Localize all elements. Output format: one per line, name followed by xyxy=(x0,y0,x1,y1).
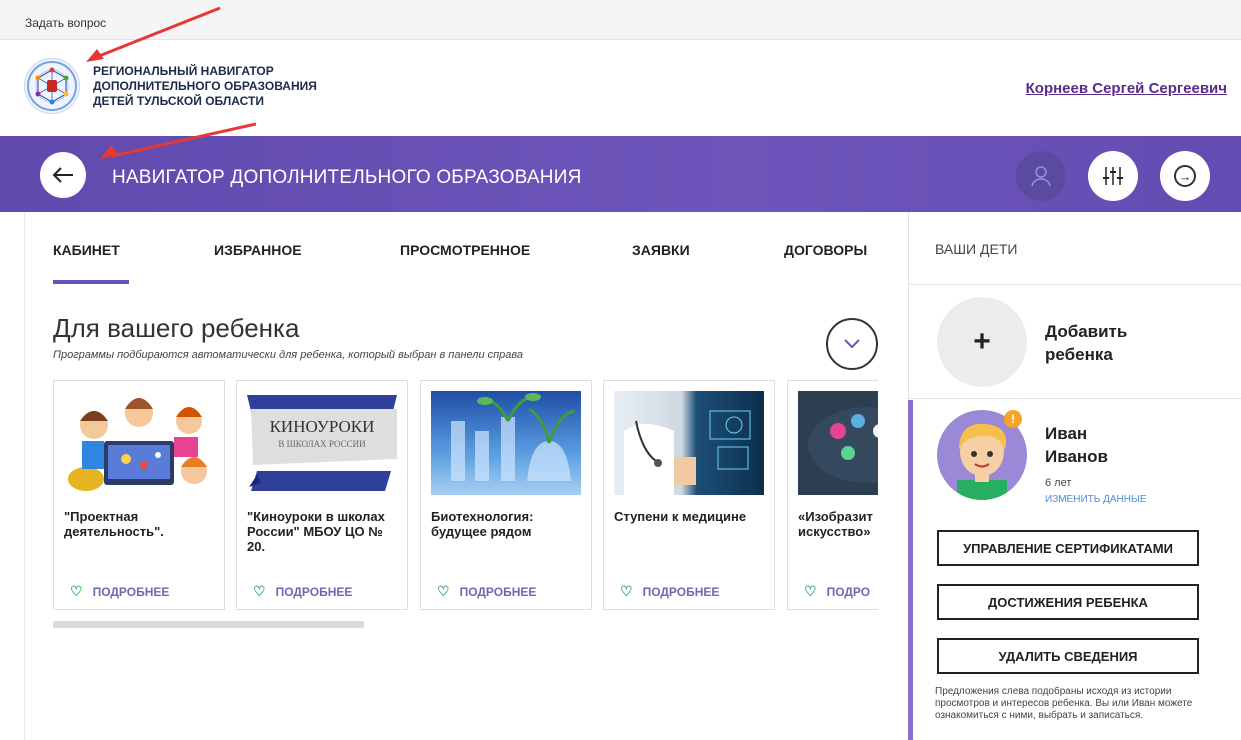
arrow-left-icon xyxy=(52,167,73,183)
card-more-link[interactable]: ♡ ПОДРО xyxy=(804,583,870,600)
program-card[interactable]: Ступени к медицине ♡ ПОДРОБНЕЕ xyxy=(603,380,775,610)
logout-button[interactable]: → xyxy=(1160,151,1210,201)
tab-viewed[interactable]: ПРОСМОТРЕННОЕ xyxy=(400,242,530,258)
divider xyxy=(908,398,1241,399)
nav-title: НАВИГАТОР ДОПОЛНИТЕЛЬНОГО ОБРАЗОВАНИЯ xyxy=(112,167,582,188)
user-icon xyxy=(1031,166,1051,187)
warning-badge-icon: ! xyxy=(1004,410,1022,428)
card-more-link[interactable]: ♡ ПОДРОБНЕЕ xyxy=(70,583,169,600)
chevron-down-icon xyxy=(844,339,860,349)
card-more-label: ПОДРОБНЕЕ xyxy=(92,585,170,599)
card-more-label: ПОДРОБНЕЕ xyxy=(459,585,537,599)
tab-contracts[interactable]: ДОГОВОРЫ xyxy=(784,242,867,258)
cards-scrollbar[interactable] xyxy=(53,621,364,628)
sidebar-header: ВАШИ ДЕТИ xyxy=(935,241,1018,257)
annotation-arrow-icon xyxy=(86,6,221,62)
card-image-subtext: В ШКОЛАХ РОССИИ xyxy=(278,439,366,449)
card-title: «Изобразит искусство» xyxy=(798,509,873,539)
card-title: "Киноуроки в школах России" МБОУ ЦО № 20… xyxy=(247,509,385,554)
tab-cabinet[interactable]: КАБИНЕТ xyxy=(53,242,120,258)
child-age: 6 лет xyxy=(1045,477,1072,489)
annotation-arrow-icon xyxy=(100,122,257,159)
card-image-text: КИНОУРОКИ xyxy=(269,417,375,436)
card-title: Ступени к медицине xyxy=(614,509,747,524)
card-more-link[interactable]: ♡ ПОДРОБНЕЕ xyxy=(253,583,352,600)
card-more-label: ПОДРОБНЕЕ xyxy=(275,585,353,599)
plus-icon: + xyxy=(973,325,991,358)
card-more-link[interactable]: ♡ ПОДРОБНЕЕ xyxy=(437,583,536,600)
manage-certificates-button[interactable]: УПРАВЛЕНИЕ СЕРТИФИКАТАМИ xyxy=(937,530,1199,566)
org-name-line: ДЕТЕЙ ТУЛЬСКОЙ ОБЛАСТИ xyxy=(93,94,264,108)
sliders-icon xyxy=(1103,167,1123,185)
tab-applications[interactable]: ЗАЯВКИ xyxy=(632,242,690,258)
user-profile-link[interactable]: Корнеев Сергей Сергеевич xyxy=(1026,80,1227,97)
edit-child-link[interactable]: ИЗМЕНИТЬ ДАННЫЕ xyxy=(1045,494,1147,505)
expand-button[interactable] xyxy=(826,318,878,370)
section-subtitle: Программы подбираются автоматически для … xyxy=(53,349,524,361)
program-card[interactable]: КИНОУРОКИ В ШКОЛАХ РОССИИ "Киноуроки в ш… xyxy=(236,380,408,610)
heart-icon[interactable]: ♡ xyxy=(620,583,633,600)
tab-favorites[interactable]: ИЗБРАННОЕ xyxy=(214,242,302,258)
add-child-label[interactable]: Добавить ребенка xyxy=(1045,320,1155,366)
add-child-button[interactable]: + xyxy=(937,297,1027,387)
profile-button[interactable] xyxy=(1016,151,1066,201)
program-card[interactable]: Биотехнология: будущее рядом ♡ ПОДРОБНЕЕ xyxy=(420,380,592,610)
heart-icon[interactable]: ♡ xyxy=(253,583,266,600)
org-name-line: ДОПОЛНИТЕЛЬНОГО ОБРАЗОВАНИЯ xyxy=(93,79,317,93)
child-last-name: Иванов xyxy=(1045,447,1109,466)
sidebar-note: Предложения слева подобраны исходя из ис… xyxy=(935,686,1193,721)
child-achievements-button[interactable]: ДОСТИЖЕНИЯ РЕБЕНКА xyxy=(937,584,1199,620)
region-logo[interactable] xyxy=(24,58,80,114)
card-title: "Проектная деятельность". xyxy=(64,509,164,539)
program-cards: "Проектная деятельность". ♡ ПОДРОБНЕЕ КИН… xyxy=(53,380,878,610)
divider xyxy=(908,284,1241,285)
child-first-name: Иван xyxy=(1045,424,1088,443)
card-image-biotech xyxy=(431,391,581,495)
heart-icon[interactable]: ♡ xyxy=(70,583,83,600)
filters-button[interactable] xyxy=(1088,151,1138,201)
exit-icon: → xyxy=(1174,165,1196,187)
card-more-label: ПОДРОБНЕЕ xyxy=(642,585,720,599)
section-title: Для вашего ребенка xyxy=(53,313,300,343)
card-more-link[interactable]: ♡ ПОДРОБНЕЕ xyxy=(620,583,719,600)
heart-icon[interactable]: ♡ xyxy=(437,583,450,600)
selected-child-indicator xyxy=(908,400,913,740)
card-image-kids-project xyxy=(64,391,214,495)
card-more-label: ПОДРО xyxy=(826,585,871,599)
program-card[interactable]: «Изобразит искусство» ♡ ПОДРО xyxy=(787,380,878,610)
heart-icon[interactable]: ♡ xyxy=(804,583,817,600)
back-button[interactable] xyxy=(40,152,86,198)
card-image-art xyxy=(798,391,878,495)
card-image-medicine xyxy=(614,391,764,495)
delete-info-button[interactable]: УДАЛИТЬ СВЕДЕНИЯ xyxy=(937,638,1199,674)
org-name: РЕГИОНАЛЬНЫЙ НАВИГАТОР ДОПОЛНИТЕЛЬНОГО О… xyxy=(93,64,317,109)
program-card[interactable]: "Проектная деятельность". ♡ ПОДРОБНЕЕ xyxy=(53,380,225,610)
card-title: Биотехнология: будущее рядом xyxy=(431,509,534,539)
child-name: Иван Иванов xyxy=(1045,422,1108,468)
active-tab-indicator xyxy=(53,280,129,284)
